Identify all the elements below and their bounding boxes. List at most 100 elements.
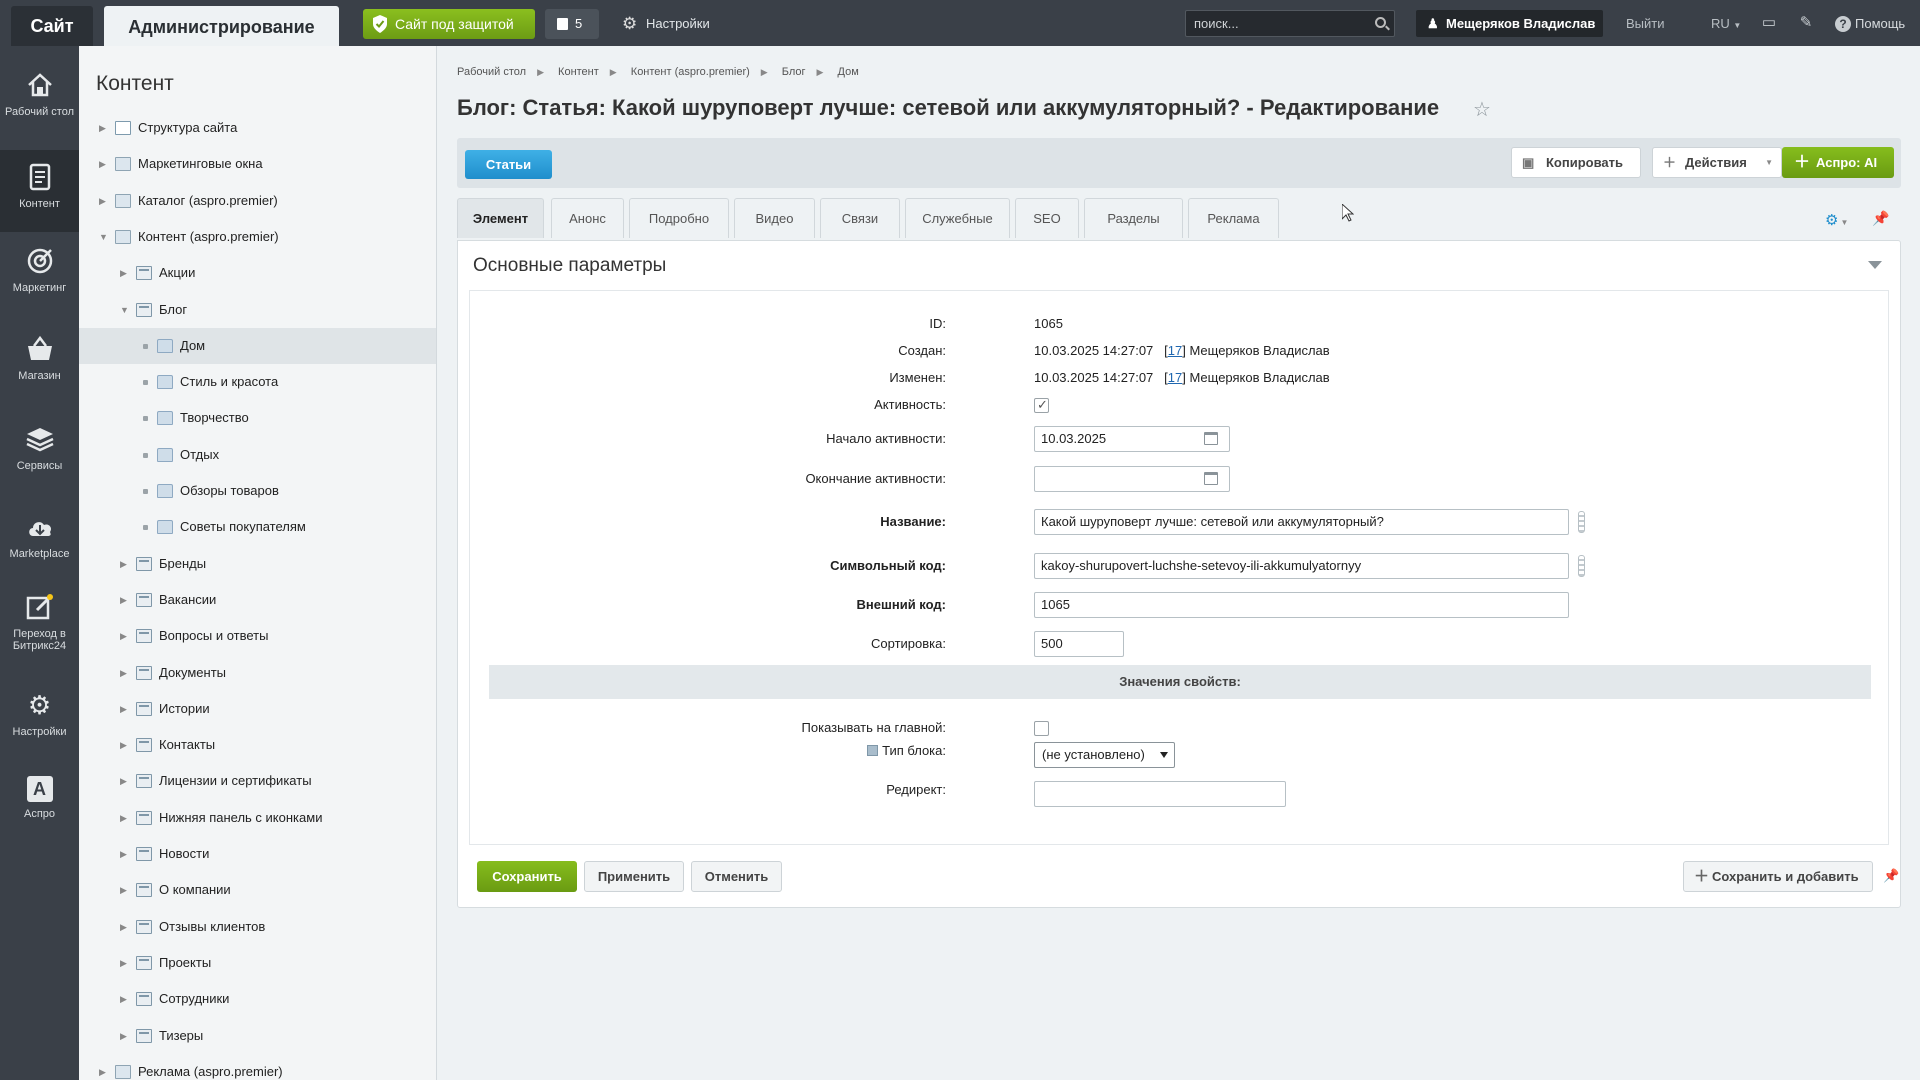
expand-right-icon[interactable]: ▶ [120,691,130,727]
tree-item[interactable]: ▶ О компании [79,872,436,908]
expand-right-icon[interactable]: ▶ [99,146,109,182]
tree-item[interactable]: Советы покупателям [79,509,436,545]
tree-item[interactable]: Обзоры товаров [79,473,436,509]
tab-sections[interactable]: Разделы [1084,198,1183,238]
tab-links[interactable]: Связи [820,198,900,238]
show-main-checkbox[interactable] [1034,721,1049,736]
tree-item[interactable]: ▶ Истории [79,691,436,727]
tab-announce[interactable]: Анонс [551,198,624,238]
created-user-id-link[interactable]: 17 [1168,343,1182,358]
xml-id-input[interactable]: 1065 [1034,592,1569,618]
search-icon[interactable] [1375,17,1386,28]
breadcrumb-item[interactable]: Рабочий стол [457,66,526,78]
expand-right-icon[interactable]: ▶ [120,909,130,945]
calendar-icon[interactable] [1204,472,1218,485]
expand-right-icon[interactable]: ▶ [120,618,130,654]
tree-item[interactable]: ▶ Нижняя панель с иконками [79,800,436,836]
actions-button[interactable]: ＋ Действия ▼ [1652,147,1782,178]
rail-item-content[interactable]: Контент [0,150,79,232]
tree-item[interactable]: ▶ Лицензии и сертификаты [79,763,436,799]
rail-item-bitrix24[interactable]: Переход в Битрикс24 [0,592,79,652]
aspro-ai-button[interactable]: ＋ Аспро: AI [1782,147,1894,178]
resize-handle-icon[interactable] [1578,511,1585,533]
tree-item[interactable]: ▶ Вопросы и ответы [79,618,436,654]
top-settings-button[interactable]: ⚙ Настройки [620,9,710,39]
articles-button[interactable]: Статьи [465,150,552,179]
rail-item-shop[interactable]: Магазин [0,334,79,382]
tree-item[interactable]: ▶ Реклама (aspro.premier) [79,1054,436,1080]
expand-right-icon[interactable]: ▶ [120,727,130,763]
tree-item[interactable]: ▶ Бренды [79,546,436,582]
pin-icon[interactable]: ✎ [1797,14,1815,32]
favorite-star-icon[interactable]: ☆ [1473,97,1491,122]
expand-right-icon[interactable]: ▶ [120,1018,130,1054]
tree-item[interactable]: ▶ Документы [79,655,436,691]
tree-item[interactable]: Дом [79,327,436,364]
save-and-add-button[interactable]: ＋ Сохранить и добавить [1683,861,1873,892]
breadcrumb-item[interactable]: Блог [782,66,806,78]
redirect-input[interactable] [1034,781,1286,807]
resize-handle-icon[interactable] [1578,555,1585,577]
tree-item[interactable]: Творчество [79,400,436,436]
modified-user-id-link[interactable]: 17 [1168,370,1182,385]
tree-item[interactable]: ▶ Тизеры [79,1018,436,1054]
block-type-select[interactable]: (не установлено) [1034,742,1175,768]
cancel-button[interactable]: Отменить [691,861,782,892]
tab-seo[interactable]: SEO [1015,198,1079,238]
tree-item[interactable]: Стиль и красота [79,364,436,400]
site-tab[interactable]: Сайт [11,6,93,46]
logout-link[interactable]: Выйти [1626,10,1665,37]
window-icon[interactable]: ▭ [1760,14,1778,32]
apply-button[interactable]: Применить [584,861,684,892]
admin-tab[interactable]: Администрирование [104,6,339,46]
expand-right-icon[interactable]: ▶ [99,1054,109,1080]
user-menu-button[interactable]: ♟ Мещеряков Владислав [1416,10,1603,37]
expand-right-icon[interactable]: ▶ [120,872,130,908]
save-button[interactable]: Сохранить [477,861,577,892]
active-checkbox[interactable] [1034,397,1049,413]
calendar-icon[interactable] [1204,432,1218,445]
site-protected-button[interactable]: Сайт под защитой [363,9,535,39]
copy-button[interactable]: ▣ Копировать [1511,147,1641,178]
expand-right-icon[interactable]: ▶ [120,836,130,872]
expand-right-icon[interactable]: ▶ [99,183,109,219]
language-selector[interactable]: RU ▼ [1711,10,1741,37]
expand-down-icon[interactable]: ▼ [99,219,109,255]
tab-video[interactable]: Видео [734,198,815,238]
expand-down-icon[interactable]: ▼ [120,292,130,328]
expand-right-icon[interactable]: ▶ [120,655,130,691]
tree-item[interactable]: ▼ Контент (aspro.premier) [79,219,436,255]
tree-item[interactable]: ▶ Вакансии [79,582,436,618]
search-input[interactable] [1186,11,1366,36]
expand-right-icon[interactable]: ▶ [120,582,130,618]
expand-right-icon[interactable]: ▶ [120,945,130,981]
tree-item[interactable]: ▶ Структура сайта [79,110,436,146]
rail-item-settings[interactable]: ⚙ Настройки [0,690,79,738]
pin-icon[interactable]: 📌 [1883,868,1899,884]
rail-item-aspro[interactable]: A Аспро [0,776,79,820]
rail-item-desktop[interactable]: Рабочий стол [0,70,79,118]
breadcrumb-item[interactable]: Дом [838,66,859,78]
sort-input[interactable]: 500 [1034,631,1124,657]
name-input[interactable]: Какой шуруповерт лучше: сетевой или акку… [1034,509,1569,535]
expand-right-icon[interactable]: ▶ [120,763,130,799]
tree-item[interactable]: ▶ Контакты [79,727,436,763]
expand-right-icon[interactable]: ▶ [99,110,109,146]
expand-right-icon[interactable]: ▶ [120,800,130,836]
pin-icon[interactable]: 📌 [1872,210,1889,227]
expand-right-icon[interactable]: ▶ [120,255,130,291]
tree-item[interactable]: ▶ Акции [79,255,436,291]
expand-right-icon[interactable]: ▶ [120,546,130,582]
tree-item[interactable]: ▶ Каталог (aspro.premier) [79,183,436,219]
tab-ads[interactable]: Реклама [1188,198,1279,238]
collapse-arrow-icon[interactable] [1868,261,1882,269]
breadcrumb-item[interactable]: Контент (aspro.premier) [631,66,750,78]
breadcrumb-item[interactable]: Контент [558,66,599,78]
rail-item-marketing[interactable]: Маркетинг [0,246,79,294]
tree-item[interactable]: ▶ Сотрудники [79,981,436,1017]
tree-item[interactable]: Отдых [79,437,436,473]
active-from-input[interactable]: 10.03.2025 [1034,426,1230,452]
rail-item-marketplace[interactable]: Marketplace [0,512,79,560]
notifications-button[interactable]: 5 [545,9,599,39]
tab-service[interactable]: Служебные [905,198,1010,238]
